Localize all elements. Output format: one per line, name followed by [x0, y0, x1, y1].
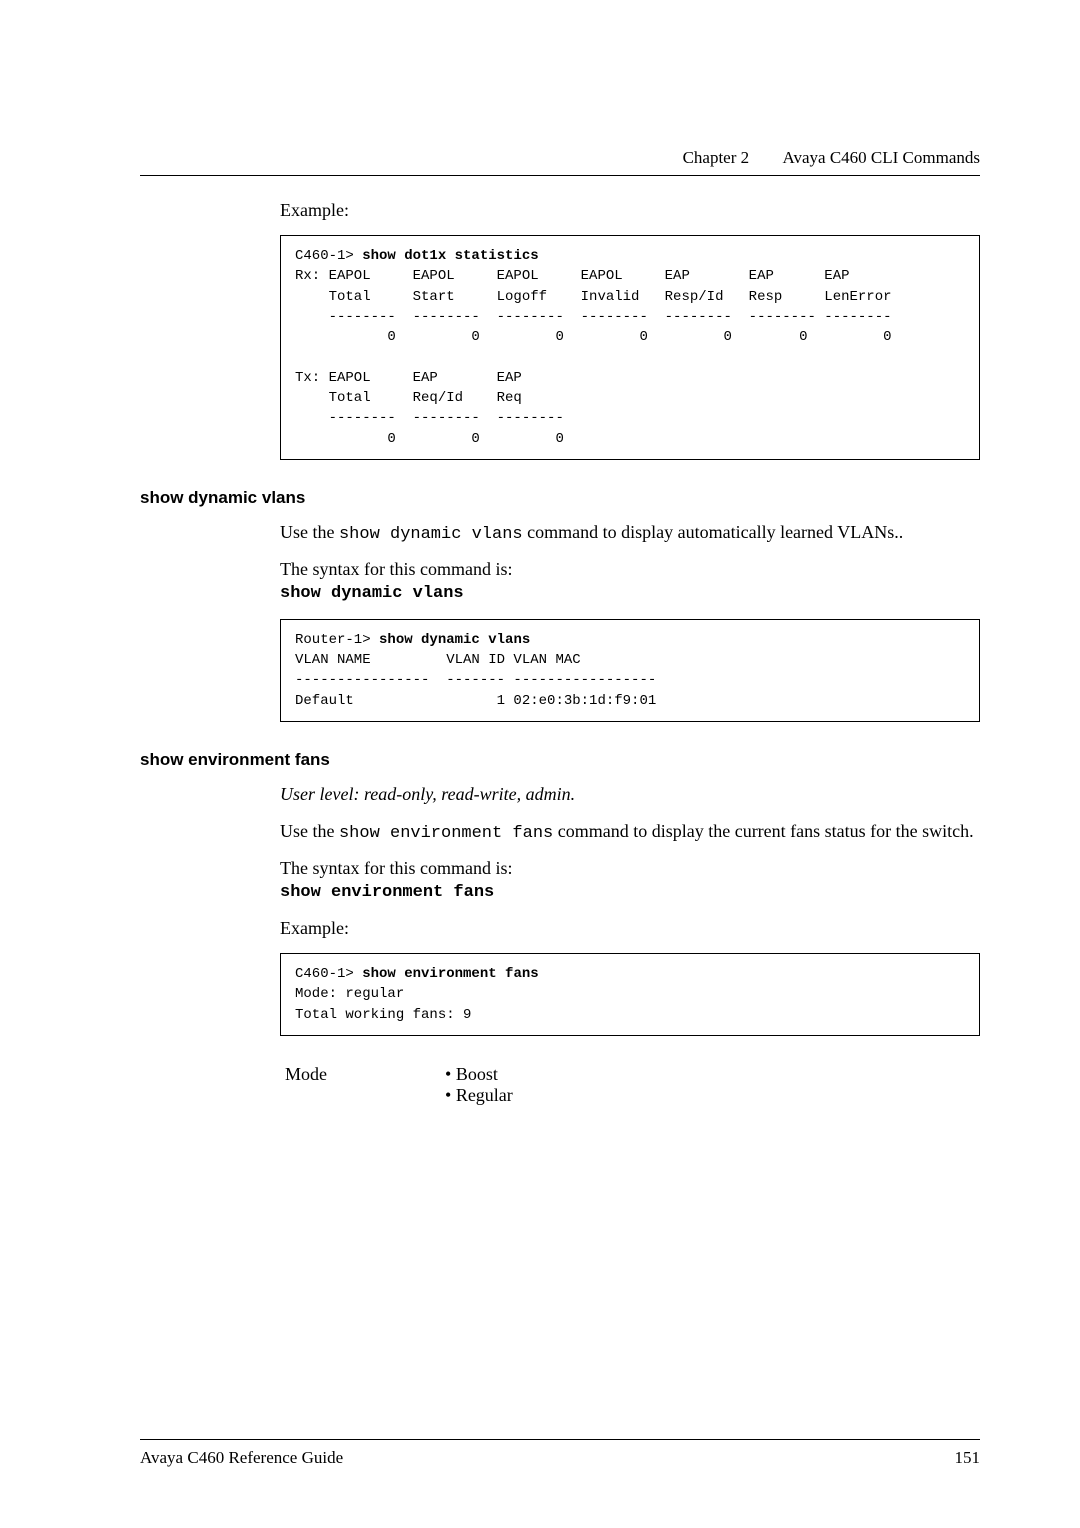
section1-para1: Use the show dynamic vlans command to di…: [280, 520, 980, 547]
section2-para1: Use the show environment fans command to…: [280, 819, 980, 846]
mode-label: Mode: [285, 1064, 445, 1106]
mode-item-1: Boost: [445, 1064, 513, 1085]
syntax-label-1: The syntax for this command is:: [280, 559, 980, 580]
code-block-dynamic-vlans: Router-1> show dynamic vlans VLAN NAME V…: [280, 619, 980, 722]
syntax-cmd-2: show environment fans: [280, 883, 980, 902]
page-number: 151: [955, 1448, 981, 1468]
section1-cmd-inline: show dynamic vlans: [339, 525, 523, 544]
mode-block: Mode Boost Regular: [285, 1064, 980, 1106]
section2-text-pre: Use the: [280, 821, 339, 841]
code-block-env-fans: C460-1> show environment fans Mode: regu…: [280, 953, 980, 1036]
user-level-text: User level: read-only, read-write, admin…: [280, 782, 980, 807]
code-command-1: show dot1x statistics: [362, 248, 538, 264]
header-rule: [140, 175, 980, 176]
example-label-2: Example:: [280, 918, 980, 939]
code-prompt-2: Router-1>: [295, 632, 379, 648]
example-label-1: Example:: [280, 200, 980, 221]
section-heading-dynamic-vlans: show dynamic vlans: [140, 488, 980, 508]
mode-items: Boost Regular: [445, 1064, 513, 1106]
syntax-cmd-1: show dynamic vlans: [280, 584, 980, 603]
page-header: Chapter 2 Avaya C460 CLI Commands: [683, 148, 980, 168]
footer-left: Avaya C460 Reference Guide: [140, 1448, 343, 1468]
syntax-label-2: The syntax for this command is:: [280, 858, 980, 879]
section1-text-pre: Use the: [280, 522, 339, 542]
code-body-3: Mode: regular Total working fans: 9: [295, 986, 471, 1022]
mode-item-2: Regular: [445, 1085, 513, 1106]
section-heading-env-fans: show environment fans: [140, 750, 980, 770]
code-body-1: Rx: EAPOL EAPOL EAPOL EAPOL EAP EAP EAP …: [295, 268, 892, 446]
code-prompt-1: C460-1>: [295, 248, 362, 264]
section1-text-post: command to display automatically learned…: [523, 522, 904, 542]
section2-text-post: command to display the current fans stat…: [553, 821, 973, 841]
code-body-2: VLAN NAME VLAN ID VLAN MAC -------------…: [295, 652, 656, 709]
chapter-title: Avaya C460 CLI Commands: [782, 148, 980, 167]
chapter-label: Chapter 2: [683, 148, 750, 167]
code-command-2: show dynamic vlans: [379, 632, 530, 648]
code-command-3: show environment fans: [362, 966, 538, 982]
section2-cmd-inline: show environment fans: [339, 824, 553, 843]
code-block-dot1x: C460-1> show dot1x statistics Rx: EAPOL …: [280, 235, 980, 460]
code-prompt-3: C460-1>: [295, 966, 362, 982]
footer-rule: [140, 1439, 980, 1440]
